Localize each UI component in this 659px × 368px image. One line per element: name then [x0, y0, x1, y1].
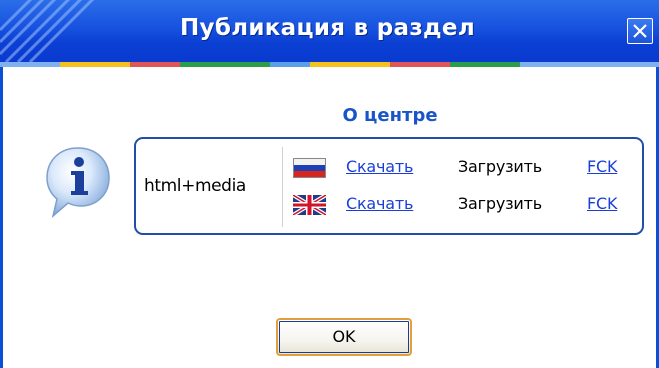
uk-flag-icon	[293, 195, 326, 215]
column-divider	[282, 147, 283, 227]
russian-flag-icon	[293, 158, 326, 178]
download-link-en[interactable]: Скачать	[346, 194, 413, 213]
fck-link-ru[interactable]: FCK	[587, 157, 617, 176]
upload-link-ru[interactable]: Загрузить	[458, 157, 542, 176]
language-row-en: Скачать Загрузить FCK	[293, 193, 633, 219]
titlebar-color-stripe	[0, 62, 659, 67]
language-row-ru: Скачать Загрузить FCK	[293, 156, 633, 182]
format-label: html+media	[144, 176, 246, 196]
section-heading: О центре	[342, 105, 438, 126]
titlebar-decoration	[0, 0, 95, 62]
upload-link-en[interactable]: Загрузить	[458, 194, 542, 213]
fck-link-en[interactable]: FCK	[587, 194, 617, 213]
close-icon	[633, 24, 647, 38]
info-icon	[46, 147, 110, 219]
window-title: Публикация в раздел	[180, 15, 475, 41]
publish-dialog: Публикация в раздел О центре html+media …	[0, 0, 659, 368]
download-link-ru[interactable]: Скачать	[346, 157, 413, 176]
titlebar[interactable]: Публикация в раздел	[0, 0, 659, 62]
close-button[interactable]	[627, 18, 653, 44]
ok-button[interactable]: OK	[276, 318, 412, 356]
publish-options-box: html+media Скачать Загрузить FCK Скачать…	[134, 137, 644, 235]
